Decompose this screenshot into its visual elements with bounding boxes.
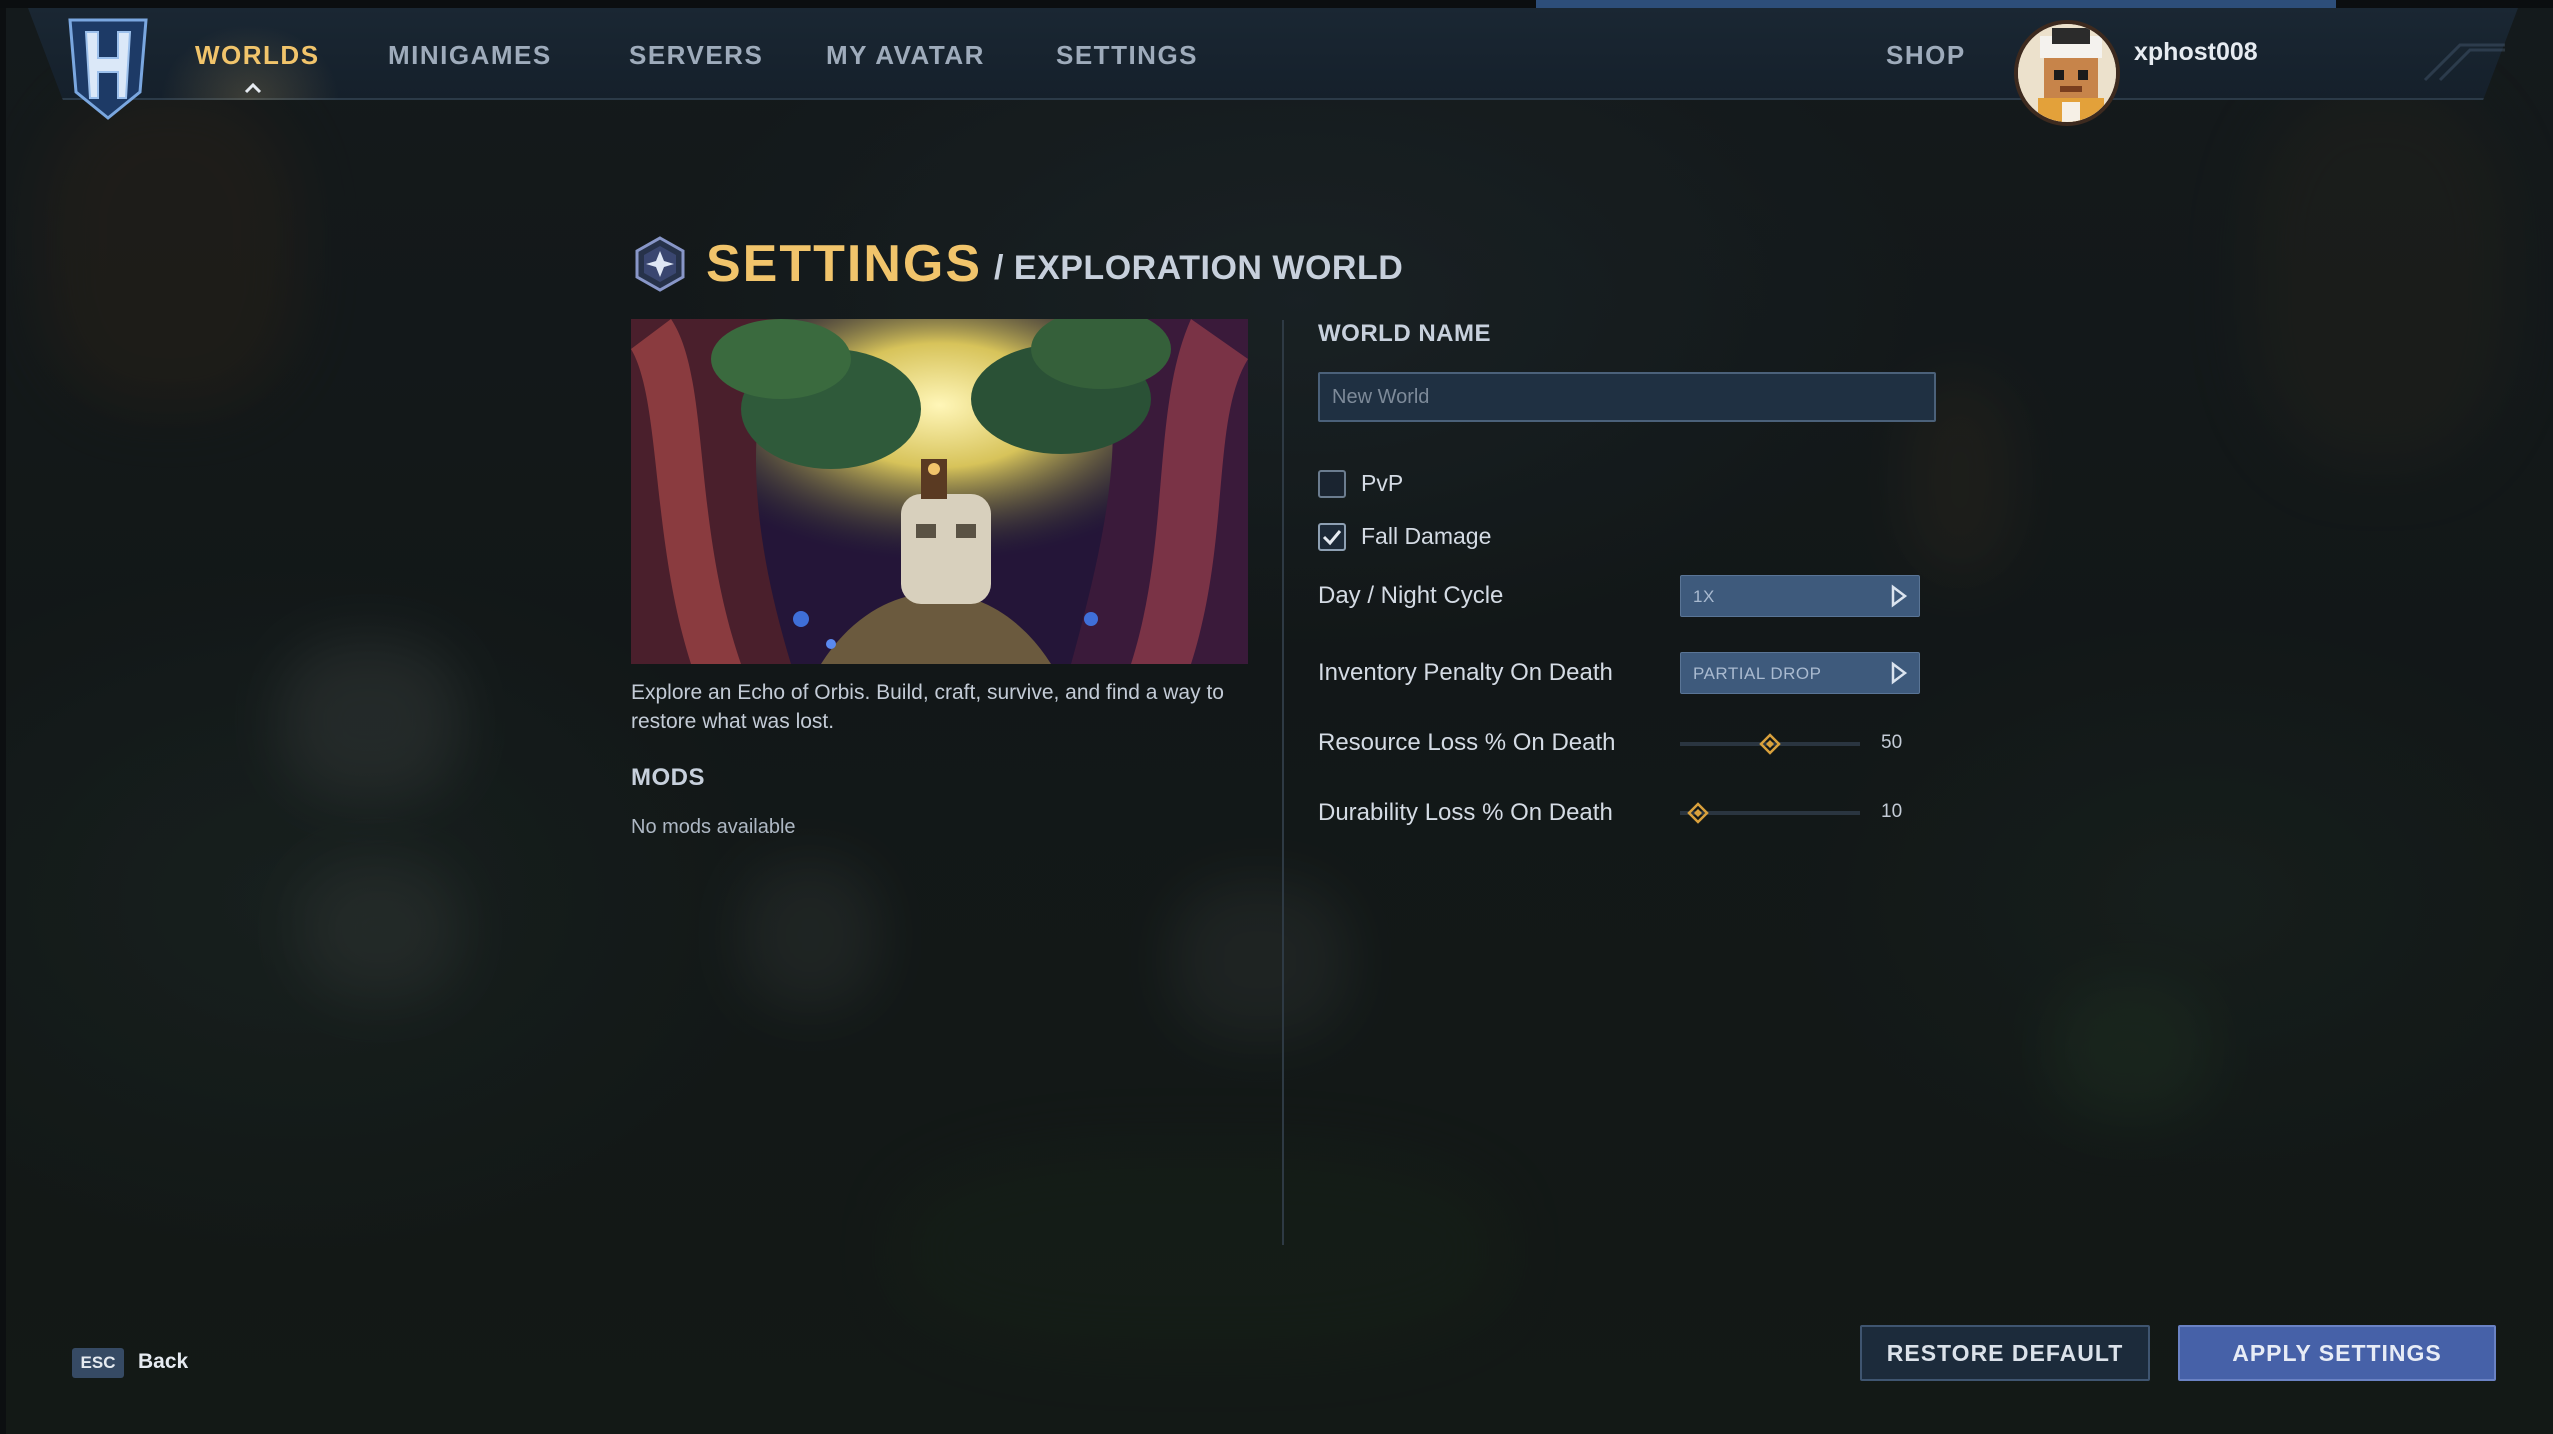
hytale-logo-icon [68,18,148,120]
nav-corner-ornament-icon [2423,43,2505,82]
settings-badge-icon [635,236,685,292]
window-top-edge [0,0,2553,8]
avatar[interactable] [2014,20,2120,126]
pvp-label: PvP [1361,470,1404,496]
inventory-penalty-value: PARTIAL DROP [1693,664,1822,683]
mods-empty-text: No mods available [631,816,796,838]
mods-heading: MODS [631,764,705,791]
world-preview-image [631,319,1248,664]
nav-tab-worlds[interactable]: WORLDS [195,38,320,72]
durability-loss-value: 10 [1881,801,1903,822]
window-edge [0,0,6,1434]
inventory-penalty-selector[interactable]: PARTIAL DROP [1680,652,1920,694]
day-night-label: Day / Night Cycle [1318,582,1504,609]
page-title: SETTINGS [706,235,983,293]
apply-settings-button[interactable]: APPLY SETTINGS [2178,1325,2496,1381]
fall-damage-label: Fall Damage [1361,523,1492,549]
nav-tab-my-avatar[interactable]: MY AVATAR [826,38,985,72]
settings-screen: WORLDS MINIGAMES SERVERS MY AVATAR SETTI… [0,0,2553,1434]
day-night-value: 1X [1693,587,1715,606]
resource-loss-label: Resource Loss % On Death [1318,729,1616,756]
blurred-game-background [0,0,2553,1434]
nav-tab-minigames[interactable]: MINIGAMES [388,38,552,72]
next-arrow-icon[interactable] [1877,653,1919,693]
nav-tab-settings[interactable]: SETTINGS [1056,38,1198,72]
nav-tab-servers[interactable]: SERVERS [629,38,763,72]
esc-key-hint[interactable]: ESC [72,1348,124,1378]
world-name-label: WORLD NAME [1318,320,1491,347]
nav-shop[interactable]: SHOP [1886,38,1966,72]
durability-loss-slider-thumb-icon[interactable] [1687,802,1709,824]
back-label[interactable]: Back [138,1350,188,1374]
checkmark-icon [1322,530,1342,546]
inventory-penalty-label: Inventory Penalty On Death [1318,659,1613,686]
next-arrow-icon[interactable] [1877,576,1919,616]
username: xphost008 [2134,38,2258,66]
day-night-selector[interactable]: 1X [1680,575,1920,617]
column-divider [1282,320,1284,1245]
durability-loss-label: Durability Loss % On Death [1318,799,1613,826]
world-name-input[interactable] [1318,372,1936,422]
restore-default-button[interactable]: RESTORE DEFAULT [1860,1325,2150,1381]
page-subtitle: / EXPLORATION WORLD [994,249,1404,287]
resource-loss-slider-thumb-icon[interactable] [1759,733,1781,755]
active-tab-caret-icon [244,82,262,94]
resource-loss-value: 50 [1881,732,1903,753]
world-description: Explore an Echo of Orbis. Build, craft, … [631,681,1224,733]
pvp-checkbox[interactable] [1318,470,1346,498]
fall-damage-checkbox[interactable] [1318,523,1346,551]
